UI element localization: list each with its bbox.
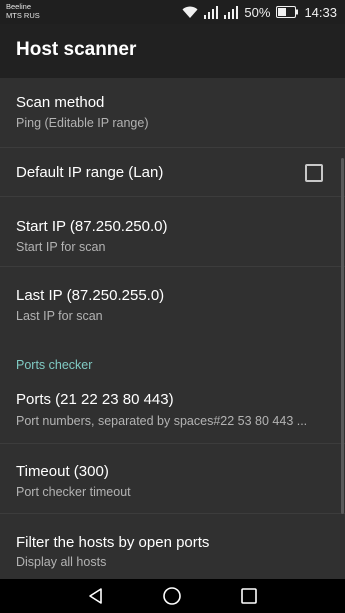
back-button[interactable] (71, 579, 121, 613)
recents-button[interactable] (224, 579, 274, 613)
navigation-bar (0, 579, 345, 613)
battery-icon (276, 6, 299, 18)
status-icons: 50% 14:33 (182, 0, 337, 24)
back-icon (89, 588, 102, 604)
clock: 14:33 (304, 4, 337, 20)
pref-title: Scan method (16, 94, 105, 111)
pref-title: Filter the hosts by open ports (16, 534, 210, 551)
carrier-name-2: MTS RUS (6, 11, 40, 20)
signal-icon (224, 5, 239, 19)
scrollbar[interactable] (341, 158, 344, 514)
page-title: Host scanner (16, 39, 137, 60)
pref-title: Default IP range (Lan) (16, 164, 164, 181)
home-button[interactable] (147, 579, 197, 613)
recents-icon (241, 588, 257, 604)
pref-scan-method[interactable]: Scan method Ping (Editable IP range) (0, 78, 345, 148)
pref-default-ip-range[interactable]: Default IP range (Lan) (0, 148, 345, 197)
category-ports-checker: Ports checker (16, 358, 93, 372)
preferences-list[interactable]: Scan method Ping (Editable IP range) Def… (0, 78, 345, 579)
pref-summary: Port checker timeout (16, 485, 131, 499)
pref-start-ip[interactable]: Start IP (87.250.250.0) Start IP for sca… (0, 197, 345, 267)
pref-ports[interactable]: Ports (21 22 23 80 443) Port numbers, se… (0, 376, 345, 444)
pref-title: Ports (21 22 23 80 443) (16, 391, 174, 408)
wifi-icon (182, 6, 198, 18)
pref-last-ip[interactable]: Last IP (87.250.255.0) Last IP for scan (0, 267, 345, 334)
pref-filter-hosts[interactable]: Filter the hosts by open ports Display a… (0, 514, 345, 579)
pref-title: Timeout (300) (16, 463, 109, 480)
carrier-info: Beeline MTS RUS (6, 2, 40, 20)
battery-percent: 50% (244, 4, 271, 20)
pref-title: Start IP (87.250.250.0) (16, 218, 168, 235)
pref-timeout[interactable]: Timeout (300) Port checker timeout (0, 444, 345, 514)
signal-icon (204, 5, 219, 19)
pref-summary: Port numbers, separated by spaces#22 53 … (16, 414, 308, 428)
home-icon (163, 587, 181, 605)
pref-title: Last IP (87.250.255.0) (16, 287, 165, 304)
pref-summary: Start IP for scan (16, 240, 106, 254)
pref-summary: Display all hosts (16, 555, 107, 569)
default-ip-range-checkbox[interactable] (305, 164, 323, 182)
pref-summary: Ping (Editable IP range) (16, 116, 149, 130)
pref-summary: Last IP for scan (16, 309, 103, 323)
status-bar: Beeline MTS RUS 50% 14:33 (0, 0, 345, 24)
carrier-name-1: Beeline (6, 2, 32, 11)
app-bar: Host scanner (0, 24, 345, 78)
